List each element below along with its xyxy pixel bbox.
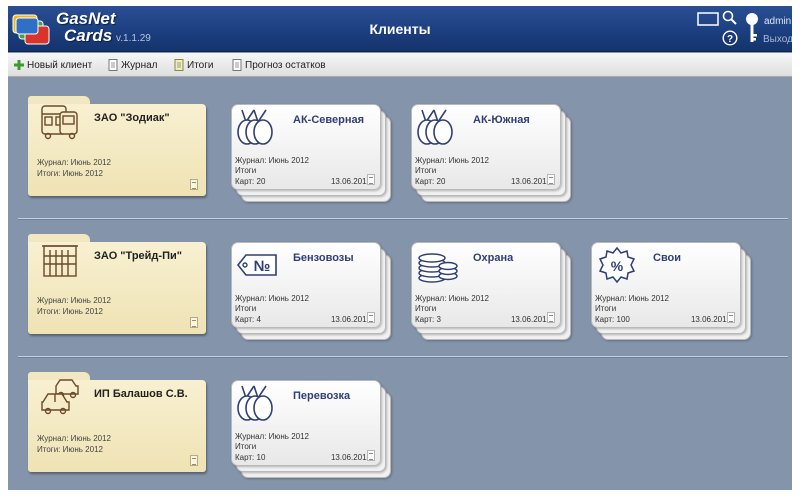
svg-text:№: № xyxy=(254,258,271,275)
client-journal: Журнал: Июнь 2012 xyxy=(37,158,111,167)
card-journal: Журнал: Июнь 2012 xyxy=(415,294,489,303)
new-client-label: Новый клиент xyxy=(27,59,93,71)
card-totals: Итоги xyxy=(415,166,437,175)
menu-icon[interactable] xyxy=(190,455,198,466)
help-icon[interactable]: ? xyxy=(722,30,738,46)
menu-icon[interactable] xyxy=(547,174,555,185)
card-group-ak-severnaya[interactable]: АК-Северная Журнал: Июнь 2012 Итоги Карт… xyxy=(231,104,391,204)
forecast-button[interactable]: Прогноз остатков xyxy=(232,58,326,72)
client-folder-balashov[interactable]: ИП Балашов С.В. Журнал: Июнь 2012 Итоги:… xyxy=(28,372,206,472)
client-folder-zodiak[interactable]: ЗАО "Зодиак" Журнал: Июнь 2012 Итоги: Ию… xyxy=(28,96,206,196)
header-bar: GasNet Cards v.1.1.29 Клиенты ? admin Вы… xyxy=(8,6,792,52)
client-name: ЗАО "Зодиак" xyxy=(94,112,170,124)
card-group-perevozka[interactable]: Перевозка Журнал: Июнь 2012 Итоги Карт: … xyxy=(231,380,391,480)
menu-icon[interactable] xyxy=(547,312,555,323)
client-name: ИП Балашов С.В. xyxy=(94,388,188,400)
card-count: Карт: 10 xyxy=(235,453,266,462)
card-totals: Итоги xyxy=(415,304,437,313)
document-icon xyxy=(174,59,184,71)
card-count: Карт: 100 xyxy=(595,315,630,324)
coins-icon xyxy=(417,109,453,145)
bus-icon xyxy=(41,105,78,140)
card-totals: Итоги xyxy=(235,304,257,313)
card-date: 13.06.2012 xyxy=(510,177,551,186)
number-tag-icon: № xyxy=(236,254,277,276)
coin-stack-icon xyxy=(418,253,458,283)
menu-icon[interactable] xyxy=(727,312,735,323)
client-totals: Итоги: Июнь 2012 xyxy=(37,169,103,178)
client-totals: Итоги: Июнь 2012 xyxy=(37,307,103,316)
user-name: admin xyxy=(764,16,792,27)
card-journal: Журнал: Июнь 2012 xyxy=(235,294,309,303)
card-group-name: Бензовозы xyxy=(293,252,354,264)
client-folder-treid-pi[interactable]: ЗАО "Трейд-Пи" Журнал: Июнь 2012 Итоги: … xyxy=(28,234,206,334)
client-name: ЗАО "Трейд-Пи" xyxy=(94,250,182,262)
cars-icon xyxy=(41,379,79,415)
card-count: Карт: 3 xyxy=(415,315,441,324)
card-group-name: Перевозка xyxy=(293,390,351,402)
journal-button[interactable]: Журнал xyxy=(108,58,158,72)
card-group-benzovozy[interactable]: № Бензовозы Журнал: Июнь 2012 Итоги Карт… xyxy=(231,242,391,342)
page-title: Клиенты xyxy=(369,21,431,37)
svg-text:?: ? xyxy=(727,34,733,45)
card-group-ak-yuzhnaya[interactable]: АК-Южная Журнал: Июнь 2012 Итоги Карт: 2… xyxy=(411,104,571,204)
search-icon[interactable] xyxy=(722,10,738,26)
journal-label: Журнал xyxy=(121,59,158,71)
card-count: Карт: 20 xyxy=(415,177,446,186)
totals-button[interactable]: Итоги xyxy=(174,58,213,72)
card-group-name: Охрана xyxy=(473,252,514,264)
client-totals: Итоги: Июнь 2012 xyxy=(37,445,103,454)
group-divider xyxy=(18,356,788,358)
card-group-okhrana[interactable]: Охрана Журнал: Июнь 2012 Итоги Карт: 3 1… xyxy=(411,242,571,342)
card-date: 13.06.2012 xyxy=(510,315,551,324)
building-icon xyxy=(42,245,78,277)
key-icon xyxy=(746,13,758,42)
plus-icon xyxy=(14,60,24,70)
card-group-name: АК-Северная xyxy=(293,114,365,126)
menu-icon[interactable] xyxy=(367,450,375,461)
card-date: 13.06.2012 xyxy=(330,453,371,462)
card-journal: Журнал: Июнь 2012 xyxy=(415,156,489,165)
card-group-svoi[interactable]: % Свои Журнал: Июнь 2012 Итоги Карт: 100… xyxy=(591,242,751,342)
card-count: Карт: 4 xyxy=(235,315,261,324)
toolbar: Новый клиент Журнал Итоги Прогноз остатк… xyxy=(8,53,792,77)
totals-label: Итоги xyxy=(187,59,214,71)
card-journal: Журнал: Июнь 2012 xyxy=(235,156,309,165)
menu-icon[interactable] xyxy=(190,179,198,190)
coins-icon xyxy=(237,385,273,421)
client-journal: Журнал: Июнь 2012 xyxy=(37,296,111,305)
app-window: GasNet Cards v.1.1.29 Клиенты ? admin Вы… xyxy=(8,6,792,490)
card-journal: Журнал: Июнь 2012 xyxy=(235,432,309,441)
card-totals: Итоги xyxy=(595,304,617,313)
menu-icon[interactable] xyxy=(367,174,375,185)
card-group-name: АК-Южная xyxy=(473,114,530,126)
menu-icon[interactable] xyxy=(190,317,198,328)
document-icon xyxy=(232,59,242,71)
card-totals: Итоги xyxy=(235,442,257,451)
card-journal: Журнал: Июнь 2012 xyxy=(595,294,669,303)
document-icon xyxy=(108,59,118,71)
group-divider xyxy=(18,218,788,220)
card-date: 13.06.2012 xyxy=(690,315,731,324)
new-client-button[interactable]: Новый клиент xyxy=(14,58,92,72)
percent-badge-icon: % xyxy=(598,246,636,284)
card-date: 13.06.2012 xyxy=(330,177,371,186)
card-totals: Итоги xyxy=(235,166,257,175)
client-journal: Журнал: Июнь 2012 xyxy=(37,434,111,443)
card-group-name: Свои xyxy=(653,252,682,264)
forecast-label: Прогноз остатков xyxy=(245,59,326,71)
coins-icon xyxy=(237,109,273,145)
svg-text:%: % xyxy=(611,258,624,274)
window-icon[interactable] xyxy=(697,12,723,26)
card-date: 13.06.2012 xyxy=(330,315,371,324)
menu-icon[interactable] xyxy=(367,312,375,323)
card-count: Карт: 20 xyxy=(235,177,266,186)
logout-link[interactable]: Выход xyxy=(763,34,792,45)
